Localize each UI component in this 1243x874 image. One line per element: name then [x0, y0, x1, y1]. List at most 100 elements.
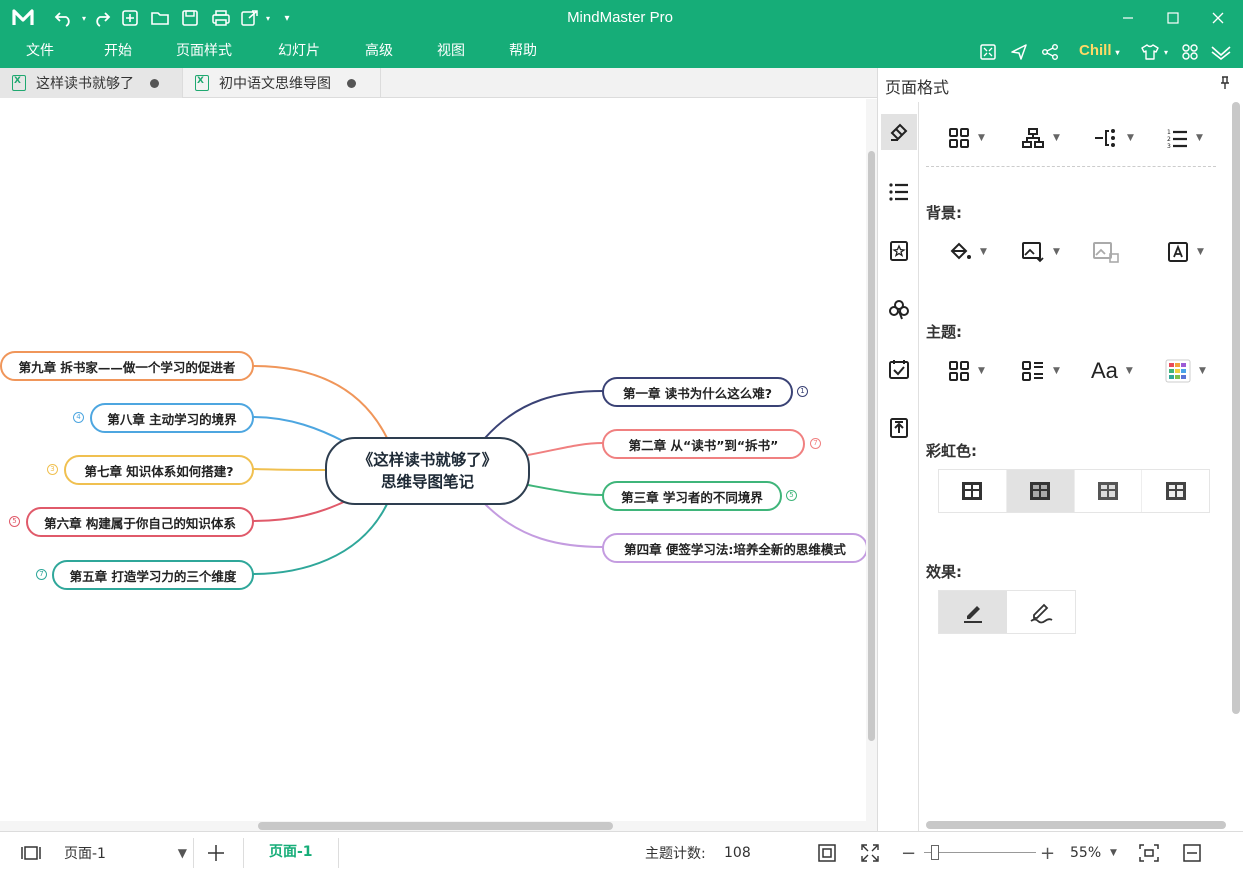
fit-window-icon[interactable] [1138, 832, 1160, 874]
redo-icon[interactable] [90, 0, 114, 36]
clipart-icon[interactable] [881, 233, 917, 269]
theme-chill-dropdown[interactable]: Chill ▾ [1079, 36, 1120, 68]
theme-font-dropdown[interactable]: Aa ▼ [1091, 356, 1133, 386]
menu-view[interactable]: 视图 [437, 36, 465, 68]
layout-structure-dropdown[interactable]: ▼ [948, 123, 985, 153]
collapse-badge[interactable]: 3 [47, 464, 58, 475]
undo-icon[interactable] [50, 0, 78, 36]
panel-vertical-scrollbar[interactable] [1230, 102, 1242, 822]
zoom-level[interactable]: 55% [1070, 832, 1101, 874]
shirt-icon[interactable] [1138, 40, 1162, 64]
upload-icon[interactable] [881, 410, 917, 446]
open-folder-icon[interactable] [148, 0, 172, 36]
background-image-dropdown[interactable]: ▼ [1021, 237, 1060, 267]
central-topic[interactable]: 《这样读书就够了》 思维导图笔记 [325, 437, 530, 505]
canvas-vertical-scrollbar[interactable] [866, 99, 877, 821]
branch-chapter-8[interactable]: 第八章 主动学习的境界 [90, 403, 254, 433]
fullscreen-view-icon[interactable] [860, 832, 880, 874]
remove-background-button[interactable] [1092, 237, 1120, 267]
share-icon[interactable] [1038, 40, 1062, 64]
unsaved-dot-icon[interactable] [347, 78, 356, 88]
scrollbar-thumb[interactable] [926, 821, 1226, 829]
save-icon[interactable] [178, 0, 202, 36]
scrollbar-thumb[interactable] [258, 822, 613, 830]
publish-icon[interactable] [1007, 40, 1031, 64]
menu-page-style[interactable]: 页面样式 [176, 36, 232, 68]
zoom-in-icon[interactable]: + [1040, 832, 1055, 874]
canvas-horizontal-scrollbar[interactable] [0, 821, 877, 831]
apps-grid-icon[interactable] [1178, 40, 1202, 64]
customize-toolbar-icon[interactable]: ▾ [280, 0, 294, 36]
fit-page-icon[interactable] [817, 832, 837, 874]
background-fill-dropdown[interactable]: ▼ [948, 237, 987, 267]
theme-color-dropdown[interactable]: ▼ [1165, 356, 1206, 386]
clover-icon[interactable] [881, 292, 917, 328]
task-calendar-icon[interactable] [881, 351, 917, 387]
page-format-icon[interactable] [881, 114, 917, 150]
fit-width-icon[interactable] [1182, 832, 1202, 874]
branch-chapter-3[interactable]: 第三章 学习者的不同境界 [602, 481, 782, 511]
branch-chapter-5[interactable]: 第五章 打造学习力的三个维度 [52, 560, 254, 590]
branch-chapter-1[interactable]: 第一章 读书为什么这么难? [602, 377, 793, 407]
branch-chapter-7[interactable]: 第七章 知识体系如何搭建? [64, 455, 254, 485]
scrollbar-thumb[interactable] [868, 151, 875, 741]
tab-document-1[interactable]: 这样读书就够了 [0, 68, 183, 98]
menu-advanced[interactable]: 高级 [365, 36, 393, 68]
branch-label: 第四章 便签学习法:培养全新的思维模式 [624, 541, 846, 557]
zoom-slider[interactable] [924, 852, 1036, 853]
close-button[interactable] [1195, 0, 1241, 36]
print-icon[interactable] [208, 0, 234, 36]
branch-chapter-2[interactable]: 第二章 从“读书”到“拆书” [602, 429, 805, 459]
outline-list-icon[interactable] [881, 174, 917, 210]
export-dropdown-icon[interactable]: ▾ [262, 0, 274, 36]
collapse-badge[interactable]: 4 [73, 412, 84, 423]
effect-handdrawn-option[interactable] [1007, 591, 1075, 633]
collapse-badge[interactable]: 1 [797, 386, 808, 397]
tab-label: 这样读书就够了 [36, 76, 134, 92]
collapse-badge[interactable]: 5 [786, 490, 797, 501]
branch-chapter-9[interactable]: 第九章 拆书家——做一个学习的促进者 [0, 351, 254, 381]
collapse-badge[interactable]: 7 [810, 438, 821, 449]
zoom-dropdown-icon[interactable]: ▼ [1110, 832, 1117, 874]
tab-document-2[interactable]: 初中语文思维导图 [183, 68, 381, 98]
mindmap-canvas[interactable]: 《这样读书就够了》 思维导图笔记 第一章 读书为什么这么难? 1 第二章 从“读… [0, 99, 866, 821]
page-panel-toggle-icon[interactable] [20, 832, 42, 874]
menu-slideshow[interactable]: 幻灯片 [278, 36, 320, 68]
collapse-badge[interactable]: 5 [9, 516, 20, 527]
effect-normal-option[interactable] [939, 591, 1007, 633]
connector-style-dropdown[interactable]: ▼ [1093, 123, 1134, 153]
theme-variant-dropdown[interactable]: ▼ [1021, 356, 1060, 386]
title-bar: ▾ ▾ ▾ MindMaster Pro [0, 0, 1243, 36]
collapse-ribbon-icon[interactable] [1209, 40, 1233, 64]
numbering-dropdown[interactable]: 1 2 3 ▼ [1166, 123, 1203, 153]
zoom-slider-handle[interactable] [931, 845, 940, 860]
scrollbar-thumb[interactable] [1232, 102, 1240, 714]
minimize-button[interactable] [1105, 0, 1151, 36]
rainbow-option-2[interactable] [1006, 470, 1075, 512]
unsaved-dot-icon[interactable] [150, 78, 159, 88]
collapse-badge[interactable]: 7 [36, 569, 47, 580]
chevron-down-icon: ▼ [1197, 247, 1204, 257]
pin-icon[interactable] [1219, 76, 1231, 94]
fullscreen-icon[interactable] [976, 40, 1000, 64]
export-icon[interactable] [238, 0, 262, 36]
shirt-dropdown-icon[interactable]: ▾ [1160, 40, 1172, 64]
menu-file[interactable]: 文件 [26, 36, 54, 68]
page-tab-1[interactable]: 页面-1 [269, 830, 313, 872]
rainbow-option-1[interactable] [939, 470, 1007, 512]
new-file-icon[interactable] [118, 0, 142, 36]
undo-dropdown-icon[interactable]: ▾ [78, 0, 90, 36]
watermark-dropdown[interactable]: ▼ [1167, 237, 1204, 267]
menu-start[interactable]: 开始 [104, 36, 132, 68]
branch-chapter-4[interactable]: 第四章 便签学习法:培养全新的思维模式 [602, 533, 866, 563]
org-chart-dropdown[interactable]: ▼ [1021, 123, 1060, 153]
menu-help[interactable]: 帮助 [509, 36, 537, 68]
branch-chapter-6[interactable]: 第六章 构建属于你自己的知识体系 [26, 507, 254, 537]
zoom-out-icon[interactable]: − [901, 832, 916, 874]
theme-dropdown[interactable]: ▼ [948, 356, 985, 386]
rainbow-option-4[interactable] [1142, 470, 1209, 512]
add-page-icon[interactable] [206, 832, 226, 874]
page-select-dropdown[interactable]: 页面-1 ▼ [60, 840, 193, 866]
rainbow-option-3[interactable] [1075, 470, 1143, 512]
maximize-button[interactable] [1150, 0, 1196, 36]
